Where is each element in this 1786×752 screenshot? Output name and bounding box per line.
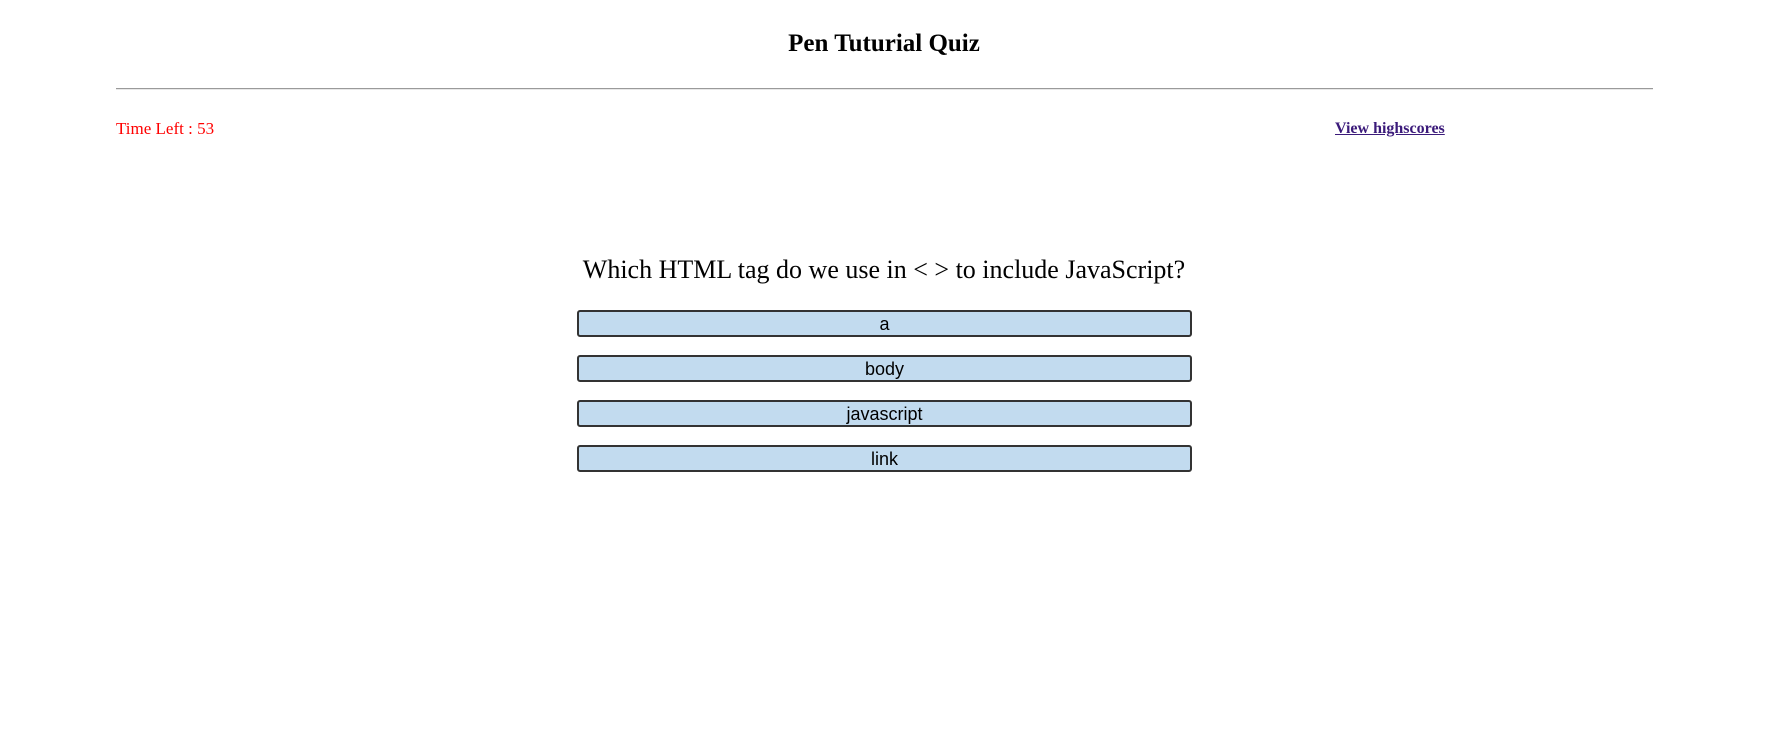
answer-button-body[interactable]: body (577, 355, 1192, 382)
answer-list: a body javascript link (577, 310, 1192, 490)
timer-value: 53 (197, 119, 215, 138)
answer-button-link[interactable]: link (577, 445, 1192, 472)
answer-button-javascript[interactable]: javascript (577, 400, 1192, 427)
header-divider (116, 88, 1653, 90)
timer-label: Time Left : (116, 119, 198, 138)
view-highscores-link[interactable]: View highscores (1335, 118, 1445, 140)
timer: Time Left : 53 (116, 118, 214, 140)
page-title: Pen Tuturial Quiz (788, 30, 980, 57)
answer-button-a[interactable]: a (577, 310, 1192, 337)
question-text: Which HTML tag do we use in < > to inclu… (582, 255, 1186, 284)
